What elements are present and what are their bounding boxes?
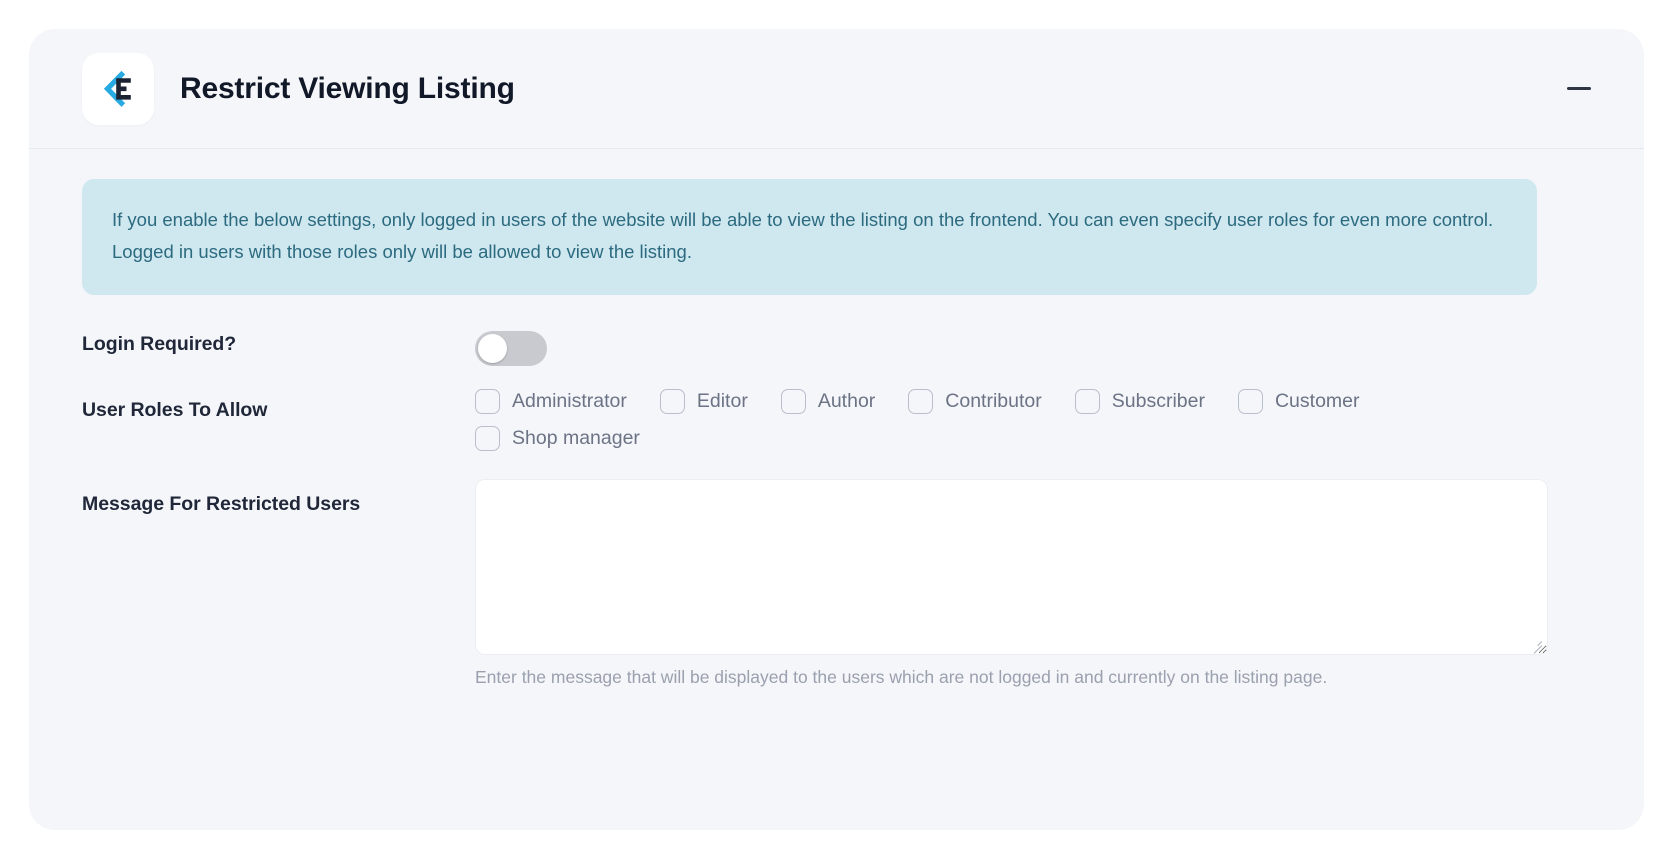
user-roles-label: User Roles To Allow xyxy=(82,398,268,421)
checkbox-item[interactable]: Shop manager xyxy=(475,425,640,451)
checkbox-label: Editor xyxy=(696,389,748,412)
checkbox-box-icon[interactable] xyxy=(908,388,934,414)
settings-form: Login Required? User Roles To Allow Admi… xyxy=(82,330,1591,690)
checkbox-box-icon[interactable] xyxy=(1237,388,1263,414)
checkbox-box-icon[interactable] xyxy=(475,425,500,451)
checkbox-label: Administrator xyxy=(512,389,627,412)
checkbox-label: Contributor xyxy=(945,389,1042,412)
checkbox-item[interactable]: Administrator xyxy=(475,388,627,414)
checkbox-box-icon[interactable] xyxy=(1074,388,1100,414)
checkbox-box-icon[interactable] xyxy=(475,388,500,414)
checkbox-label: Subscriber xyxy=(1111,389,1205,412)
user-roles-field: Administrator Editor Author Contributor … xyxy=(475,388,1591,451)
checkbox-item[interactable]: Contributor xyxy=(908,388,1042,414)
row-user-roles: User Roles To Allow Administrator Editor xyxy=(82,388,1591,451)
info-notice: If you enable the below settings, only l… xyxy=(82,179,1537,295)
restrict-viewing-listing-metabox: Restrict Viewing Listing If you enable t… xyxy=(29,29,1644,830)
checkbox-item[interactable]: Editor xyxy=(659,388,748,414)
collapse-toggle-button[interactable] xyxy=(1562,72,1596,106)
textarea-wrapper xyxy=(475,478,1548,655)
toggle-knob xyxy=(478,333,507,363)
row-login-required: Login Required? xyxy=(82,330,1591,366)
chevron-left-e-logo-icon xyxy=(82,52,154,125)
login-required-field xyxy=(475,330,1591,366)
checkbox-item[interactable]: Customer xyxy=(1237,388,1360,414)
metabox-header-inner: Restrict Viewing Listing xyxy=(82,47,1592,130)
checkbox-label: Customer xyxy=(1274,389,1360,412)
restricted-message-field: Enter the message that will be displayed… xyxy=(475,478,1591,690)
user-roles-checkbox-group: Administrator Editor Author Contributor … xyxy=(475,388,1435,451)
checkbox-box-icon[interactable] xyxy=(659,388,685,414)
metabox-body: If you enable the below settings, only l… xyxy=(29,149,1644,689)
checkbox-item[interactable]: Subscriber xyxy=(1074,388,1205,414)
page-root: Restrict Viewing Listing If you enable t… xyxy=(0,0,1673,860)
login-required-toggle[interactable] xyxy=(475,330,547,366)
row-restricted-message: Message For Restricted Users Enter the m… xyxy=(82,478,1591,690)
minus-icon xyxy=(1567,87,1591,90)
checkbox-label: Author xyxy=(817,389,876,412)
checkbox-item[interactable]: Author xyxy=(780,388,876,414)
metabox-header: Restrict Viewing Listing xyxy=(29,29,1644,149)
page-title: Restrict Viewing Listing xyxy=(180,72,515,105)
login-required-label: Login Required? xyxy=(82,332,237,355)
restricted-message-textarea[interactable] xyxy=(475,478,1548,655)
checkbox-label: Shop manager xyxy=(512,426,640,449)
checkbox-box-icon[interactable] xyxy=(780,388,806,414)
restricted-message-label: Message For Restricted Users xyxy=(82,492,361,515)
restricted-message-help-text: Enter the message that will be displayed… xyxy=(475,666,1328,687)
